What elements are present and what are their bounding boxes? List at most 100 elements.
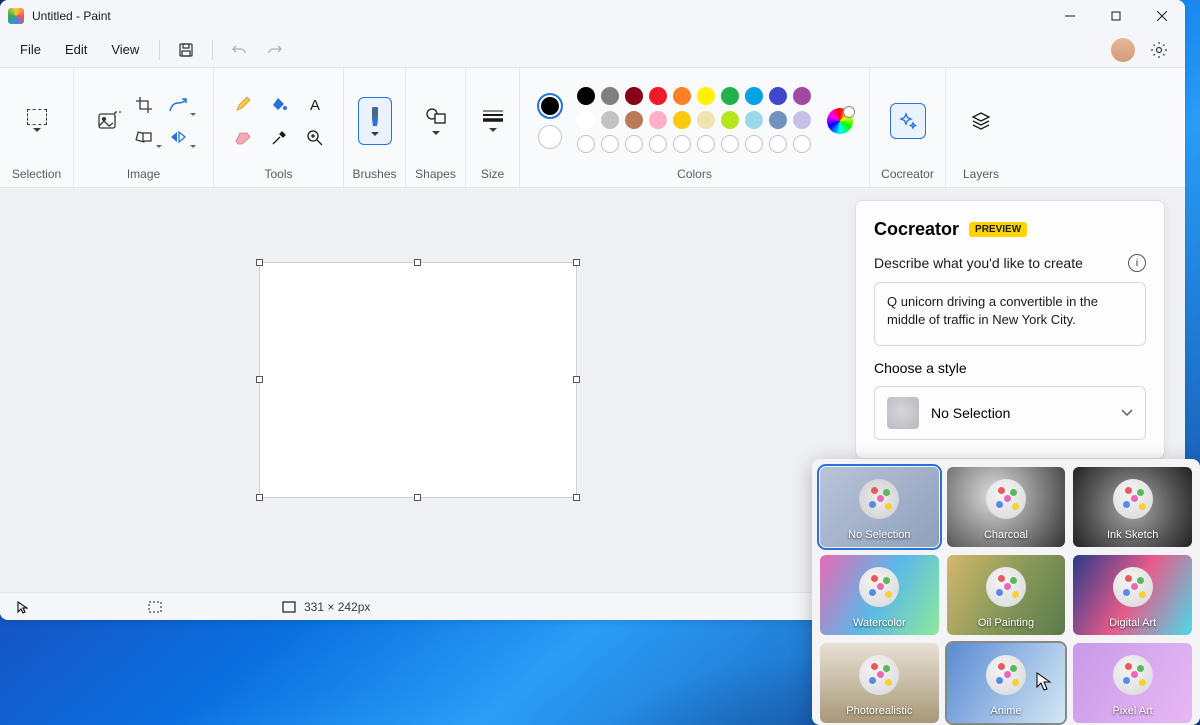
color-swatch[interactable] xyxy=(745,111,763,129)
save-icon[interactable] xyxy=(170,34,202,66)
ribbon-label-brushes: Brushes xyxy=(352,167,396,181)
color-swatch-empty[interactable] xyxy=(649,135,667,153)
color-swatch[interactable] xyxy=(625,87,643,105)
profile-avatar[interactable] xyxy=(1111,38,1135,62)
color-swatch-empty[interactable] xyxy=(625,135,643,153)
resize-icon[interactable] xyxy=(163,91,193,119)
eraser-icon[interactable] xyxy=(227,123,259,153)
color-swatch[interactable] xyxy=(601,111,619,129)
menubar: File Edit View xyxy=(0,32,1185,68)
style-card-ink-sketch[interactable]: Ink Sketch xyxy=(1073,467,1192,547)
crop-icon[interactable] xyxy=(129,91,159,119)
chevron-down-icon xyxy=(1121,409,1133,417)
color-swatch-empty[interactable] xyxy=(721,135,739,153)
color-primary[interactable] xyxy=(537,93,563,119)
maximize-button[interactable] xyxy=(1093,0,1139,32)
resize-handle[interactable] xyxy=(256,494,263,501)
ribbon-group-colors: Colors xyxy=(520,68,870,187)
ribbon-group-image: Image xyxy=(74,68,214,187)
magnifier-icon[interactable] xyxy=(299,123,331,153)
color-swatch-empty[interactable] xyxy=(793,135,811,153)
layers-button[interactable] xyxy=(963,103,999,139)
color-swatch[interactable] xyxy=(673,87,691,105)
info-icon[interactable]: i xyxy=(1128,254,1146,272)
style-label: Digital Art xyxy=(1109,617,1156,629)
color-swatch[interactable] xyxy=(577,87,595,105)
settings-icon[interactable] xyxy=(1143,34,1175,66)
color-swatch[interactable] xyxy=(769,87,787,105)
undo-icon[interactable] xyxy=(223,34,255,66)
color-swatch[interactable] xyxy=(601,87,619,105)
resize-handle[interactable] xyxy=(573,494,580,501)
cocreator-button[interactable] xyxy=(890,103,926,139)
resize-handle[interactable] xyxy=(414,494,421,501)
resize-handle[interactable] xyxy=(573,376,580,383)
selection-tool[interactable] xyxy=(19,96,55,146)
menu-edit[interactable]: Edit xyxy=(55,36,97,63)
color-swatch-empty[interactable] xyxy=(601,135,619,153)
ribbon: Selection Image A xyxy=(0,68,1185,188)
color-swatch[interactable] xyxy=(673,111,691,129)
color-swatch[interactable] xyxy=(649,111,667,129)
style-card-watercolor[interactable]: Watercolor xyxy=(820,555,939,635)
color-swatch[interactable] xyxy=(769,111,787,129)
redo-icon[interactable] xyxy=(259,34,291,66)
describe-label: Describe what you'd like to create xyxy=(874,255,1083,271)
chevron-down-icon xyxy=(33,128,41,132)
text-icon[interactable]: A xyxy=(299,89,331,119)
color-swatch[interactable] xyxy=(697,111,715,129)
preview-badge: PREVIEW xyxy=(969,222,1027,237)
color-swatch[interactable] xyxy=(745,87,763,105)
brush-button[interactable] xyxy=(358,97,392,145)
color-swatch-empty[interactable] xyxy=(673,135,691,153)
pencil-icon[interactable] xyxy=(227,89,259,119)
color-swatch[interactable] xyxy=(625,111,643,129)
ribbon-label-cocreator: Cocreator xyxy=(881,167,934,181)
resize-handle[interactable] xyxy=(573,259,580,266)
color-secondary[interactable] xyxy=(538,125,562,149)
chevron-down-icon xyxy=(371,132,379,136)
eyedropper-icon[interactable] xyxy=(263,123,295,153)
minimize-button[interactable] xyxy=(1047,0,1093,32)
rotate-icon[interactable] xyxy=(129,123,159,151)
shapes-button[interactable] xyxy=(419,97,453,145)
style-card-no-selection[interactable]: No Selection xyxy=(820,467,939,547)
prompt-input[interactable]: Q unicorn driving a convertible in the m… xyxy=(874,282,1146,346)
style-card-photorealistic[interactable]: Photorealistic xyxy=(820,643,939,723)
ribbon-group-cocreator: Cocreator xyxy=(870,68,946,187)
color-picker-icon[interactable] xyxy=(827,108,853,134)
resize-handle[interactable] xyxy=(256,259,263,266)
color-swatch[interactable] xyxy=(721,87,739,105)
color-swatch-empty[interactable] xyxy=(577,135,595,153)
color-swatch-empty[interactable] xyxy=(745,135,763,153)
canvas[interactable] xyxy=(260,263,576,497)
color-swatch-empty[interactable] xyxy=(697,135,715,153)
color-swatch[interactable] xyxy=(697,87,715,105)
resize-handle[interactable] xyxy=(256,376,263,383)
menu-file[interactable]: File xyxy=(10,36,51,63)
close-button[interactable] xyxy=(1139,0,1185,32)
color-swatch[interactable] xyxy=(649,87,667,105)
style-label: Ink Sketch xyxy=(1107,529,1158,541)
flip-icon[interactable] xyxy=(163,123,193,151)
resize-handle[interactable] xyxy=(414,259,421,266)
ribbon-label-shapes: Shapes xyxy=(415,167,456,181)
style-label: No Selection xyxy=(848,529,910,541)
color-swatch-empty[interactable] xyxy=(769,135,787,153)
cocreator-panel: Cocreator PREVIEW Describe what you'd li… xyxy=(855,200,1165,459)
style-label: Charcoal xyxy=(984,529,1028,541)
color-swatch[interactable] xyxy=(721,111,739,129)
image-generate-icon[interactable] xyxy=(95,91,125,151)
size-button[interactable] xyxy=(476,97,510,145)
color-swatch[interactable] xyxy=(577,111,595,129)
style-card-oil-painting[interactable]: Oil Painting xyxy=(947,555,1066,635)
style-dropdown[interactable]: No Selection xyxy=(874,386,1146,440)
ribbon-group-size: Size xyxy=(466,68,520,187)
color-swatch[interactable] xyxy=(793,111,811,129)
style-card-pixel-art[interactable]: Pixel Art xyxy=(1073,643,1192,723)
fill-icon[interactable] xyxy=(263,89,295,119)
style-card-digital-art[interactable]: Digital Art xyxy=(1073,555,1192,635)
menu-view[interactable]: View xyxy=(101,36,149,63)
style-card-charcoal[interactable]: Charcoal xyxy=(947,467,1066,547)
color-swatch[interactable] xyxy=(793,87,811,105)
